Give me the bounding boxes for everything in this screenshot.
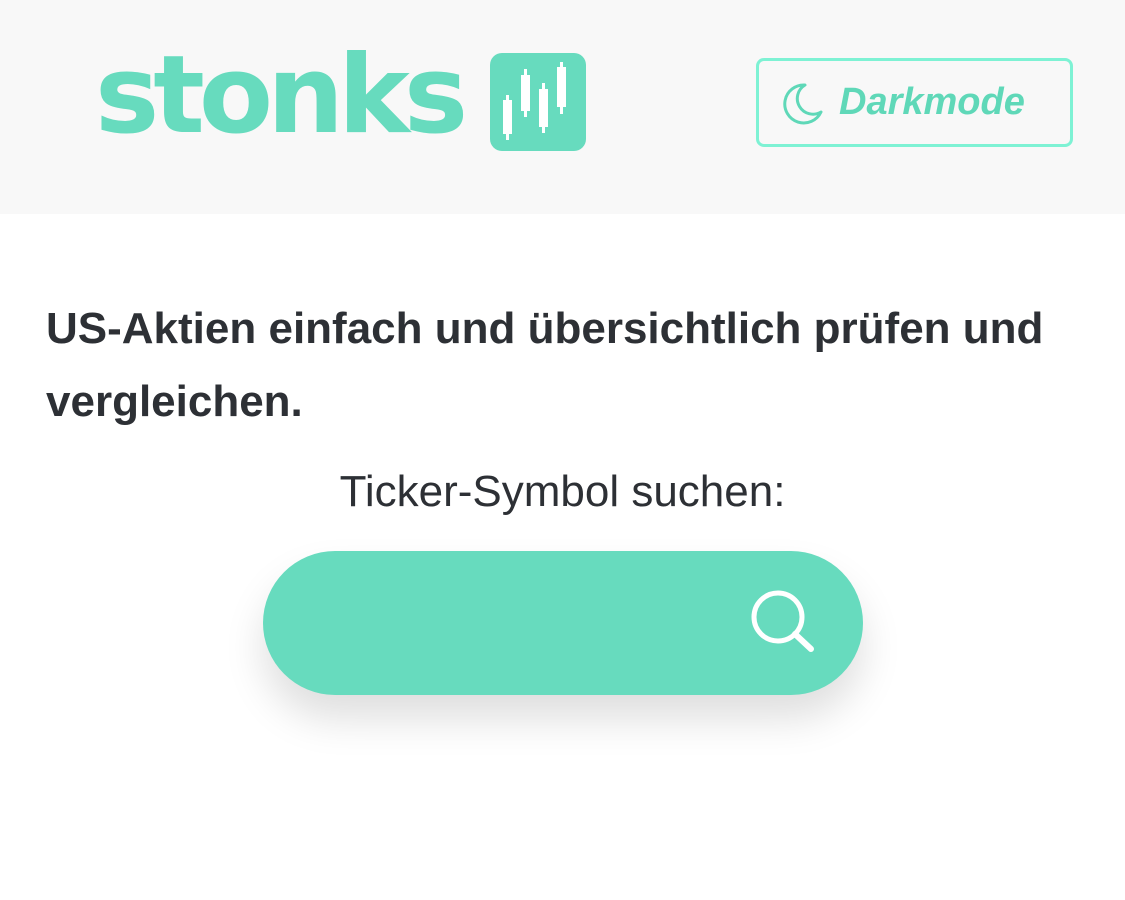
logo-text: stonks bbox=[95, 33, 468, 158]
tagline: US-Aktien einfach und übersichtlich prüf… bbox=[46, 304, 1044, 426]
moon-icon bbox=[783, 82, 823, 124]
darkmode-label: Darkmode bbox=[839, 81, 1025, 123]
logo[interactable]: stonks bbox=[95, 42, 587, 151]
header: stonks Darkmode bbox=[0, 0, 1125, 214]
candlestick-chart-icon bbox=[490, 53, 587, 151]
search-input[interactable] bbox=[308, 583, 742, 665]
darkmode-button[interactable]: Darkmode bbox=[756, 58, 1073, 147]
search-label: Ticker-Symbol suchen: bbox=[339, 467, 786, 516]
search-icon[interactable] bbox=[748, 588, 816, 656]
